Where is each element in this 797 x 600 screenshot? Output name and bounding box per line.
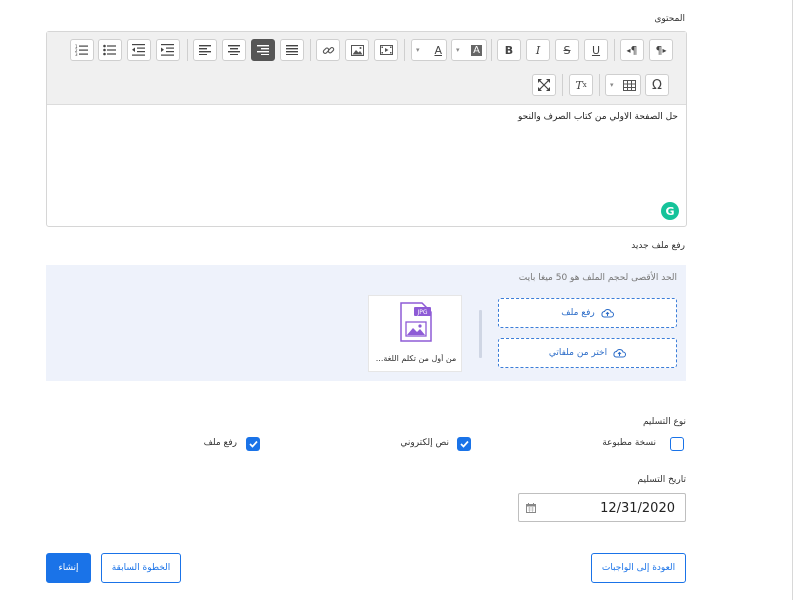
file-upload-label: رفع ملف bbox=[203, 438, 237, 448]
align-justify-icon[interactable] bbox=[280, 39, 304, 61]
calendar-icon bbox=[526, 503, 536, 513]
toolbar-separator bbox=[187, 39, 188, 61]
upload-file-button[interactable]: رفع ملف bbox=[498, 298, 677, 328]
editor-toolbar: 123 ▾ A ▾ A B I S U ◂ ¶ ¶ ▸ T x ▾ Ω bbox=[47, 32, 686, 105]
delivery-type-label: نوع التسليم bbox=[642, 417, 686, 427]
svg-text:3: 3 bbox=[75, 52, 78, 56]
check-icon bbox=[248, 440, 258, 448]
align-center-icon[interactable] bbox=[222, 39, 246, 61]
electronic-text-label: نص إلكتروني bbox=[400, 438, 449, 448]
cloud-upload-icon bbox=[613, 349, 627, 358]
delivery-date-label: تاريخ التسليم bbox=[637, 475, 686, 485]
toolbar-separator bbox=[614, 39, 615, 61]
clear-format-icon[interactable]: Tx bbox=[569, 74, 593, 96]
grammarly-icon[interactable]: G bbox=[661, 202, 679, 220]
numbered-list-icon[interactable]: 123 bbox=[70, 39, 94, 61]
link-icon[interactable] bbox=[316, 39, 340, 61]
check-icon bbox=[459, 440, 469, 448]
back-to-homework-button[interactable]: العودة إلى الواجبات bbox=[591, 553, 686, 583]
rtl-paragraph-icon[interactable]: ◂ ¶ bbox=[620, 39, 644, 61]
rich-text-editor[interactable]: 123 ▾ A ▾ A B I S U ◂ ¶ ¶ ▸ T x ▾ Ω حل ا… bbox=[46, 31, 687, 227]
choose-from-my-files-button[interactable]: اختر من ملفاتي bbox=[498, 338, 677, 368]
ltr-paragraph-icon[interactable]: ¶ ▸ bbox=[649, 39, 673, 61]
printed-copy-label: نسخة مطبوعة bbox=[602, 438, 656, 448]
upload-file-label: رفع ملف bbox=[561, 308, 595, 318]
underline-icon[interactable]: U bbox=[584, 39, 608, 61]
text-color-icon[interactable]: ▾ A bbox=[411, 39, 447, 61]
upload-new-file-label: رفع ملف جديد bbox=[631, 241, 685, 251]
table-icon[interactable]: ▾ bbox=[605, 74, 641, 96]
content-label: المحتوى bbox=[654, 14, 685, 24]
italic-icon[interactable]: I bbox=[526, 39, 550, 61]
align-left-icon[interactable] bbox=[193, 39, 217, 61]
special-char-icon[interactable]: Ω bbox=[645, 74, 669, 96]
scrollbar-track bbox=[792, 0, 793, 600]
uploaded-file-name: من أول من تكلم اللغة... bbox=[375, 354, 457, 363]
file-upload-checkbox[interactable] bbox=[246, 437, 260, 451]
fullscreen-icon[interactable] bbox=[532, 74, 556, 96]
electronic-text-checkbox[interactable] bbox=[457, 437, 471, 451]
delivery-date-value: 12/31/2020 bbox=[600, 501, 675, 516]
align-right-icon[interactable] bbox=[251, 39, 275, 61]
bulleted-list-icon[interactable] bbox=[98, 39, 122, 61]
strikethrough-icon[interactable]: S bbox=[555, 39, 579, 61]
upload-panel: الحد الأقصى لحجم الملف هو 50 ميغا بايت ر… bbox=[46, 265, 686, 381]
toolbar-separator bbox=[599, 74, 600, 96]
create-button[interactable]: إنشاء bbox=[46, 553, 91, 583]
image-icon[interactable] bbox=[345, 39, 369, 61]
toolbar-separator bbox=[310, 39, 311, 61]
delivery-date-input[interactable]: 12/31/2020 bbox=[518, 493, 686, 522]
bg-color-icon[interactable]: ▾ A bbox=[451, 39, 487, 61]
upload-size-hint: الحد الأقصى لحجم الملف هو 50 ميغا بايت bbox=[518, 273, 677, 283]
choose-from-my-files-label: اختر من ملفاتي bbox=[548, 348, 608, 358]
toolbar-separator bbox=[404, 39, 405, 61]
indent-icon[interactable] bbox=[156, 39, 180, 61]
toolbar-separator bbox=[562, 74, 563, 96]
editor-text[interactable]: حل الصفحة الاولي من كتاب الصرف والنحو bbox=[518, 112, 678, 122]
printed-copy-checkbox[interactable] bbox=[670, 437, 684, 451]
jpg-file-icon: JPG bbox=[400, 302, 432, 342]
previous-step-button[interactable]: الخطوة السابقة bbox=[101, 553, 181, 583]
file-type-badge: JPG bbox=[416, 309, 427, 316]
media-icon[interactable] bbox=[374, 39, 398, 61]
outdent-icon[interactable] bbox=[127, 39, 151, 61]
uploaded-file-card[interactable]: JPG من أول من تكلم اللغة... bbox=[368, 295, 462, 372]
upload-divider bbox=[479, 310, 482, 358]
toolbar-separator bbox=[491, 39, 492, 61]
bold-icon[interactable]: B bbox=[497, 39, 521, 61]
cloud-upload-icon bbox=[601, 309, 614, 318]
